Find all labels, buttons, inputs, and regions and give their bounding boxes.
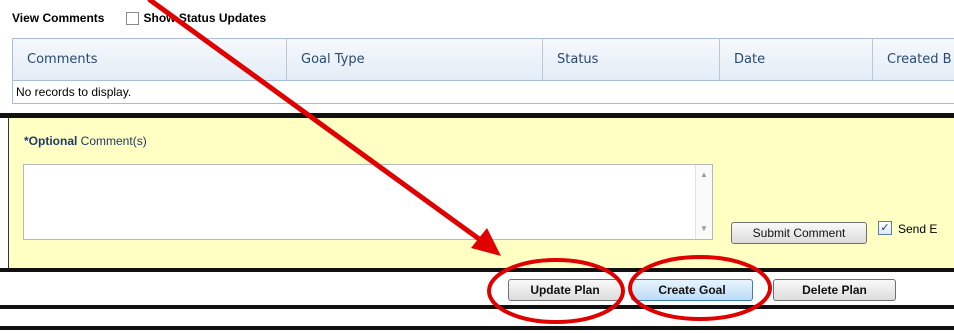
column-header-goal-type[interactable]: Goal Type — [287, 39, 543, 80]
show-status-updates-label[interactable]: Show Status Updates — [143, 11, 266, 25]
send-email-label[interactable]: Send E — [898, 222, 937, 236]
textarea-scrollbar[interactable]: ▲ ▼ — [695, 165, 712, 239]
submit-comment-button[interactable]: Submit Comment — [731, 222, 867, 244]
delete-plan-button[interactable]: Delete Plan — [773, 279, 896, 301]
checkmark-icon: ✓ — [880, 222, 890, 234]
optional-marker: *Optional — [24, 134, 78, 148]
send-email-checkbox[interactable]: ✓ — [878, 221, 892, 235]
divider-bar — [0, 326, 954, 330]
column-header-status[interactable]: Status — [543, 39, 720, 80]
grid-empty-message: No records to display. — [13, 81, 954, 103]
update-plan-button[interactable]: Update Plan — [508, 279, 622, 301]
comments-grid: Comments Goal Type Status Date Created B… — [12, 38, 954, 104]
divider-bar — [0, 268, 954, 272]
view-comments-heading: View Comments — [12, 11, 105, 25]
column-header-comments[interactable]: Comments — [13, 39, 287, 80]
divider-bar — [0, 305, 954, 309]
comment-field-label: *Optional Comment(s) — [24, 134, 147, 148]
comment-form-panel: *Optional Comment(s) ▲ ▼ — [8, 118, 954, 269]
scroll-down-arrow-icon[interactable]: ▼ — [699, 224, 709, 234]
column-header-date[interactable]: Date — [720, 39, 873, 80]
grid-header-row: Comments Goal Type Status Date Created B — [13, 39, 954, 81]
comments-toolbar: View Comments Show Status Updates — [12, 8, 266, 28]
comment-textarea[interactable]: ▲ ▼ — [23, 164, 713, 240]
show-status-updates-checkbox[interactable] — [126, 11, 140, 25]
create-goal-button[interactable]: Create Goal — [631, 279, 753, 301]
column-header-created-by[interactable]: Created B — [873, 39, 954, 80]
comment-label-text: Comment(s) — [77, 134, 147, 148]
scroll-up-arrow-icon[interactable]: ▲ — [699, 170, 709, 180]
